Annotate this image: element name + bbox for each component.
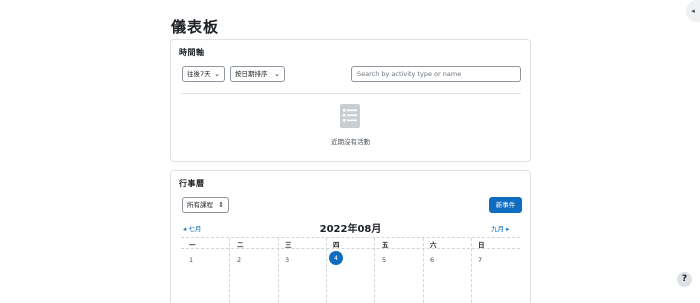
calendar-day[interactable]: 1 xyxy=(189,256,193,264)
calendar-grid: 一 二 三 四 五 六 日 1 2 3 4 5 6 7 xyxy=(181,237,520,303)
timeline-date-filter[interactable]: 往後7天 ⌄ xyxy=(182,66,225,82)
calendar-title: 行事曆 xyxy=(179,179,205,188)
course-filter-select[interactable]: 所有課程 ⇕ xyxy=(182,197,229,213)
calendar-day[interactable]: 6 xyxy=(430,256,434,264)
grid-line xyxy=(423,238,424,303)
timeline-title: 時間軸 xyxy=(179,48,205,57)
calendar-day[interactable]: 5 xyxy=(382,256,386,264)
drawer-toggle-icon[interactable]: ◂ xyxy=(686,0,700,22)
weekday-header-row xyxy=(181,238,520,249)
weekday-fri: 五 xyxy=(382,241,389,249)
page-title: 儀表板 xyxy=(171,18,220,36)
timeline-search-input[interactable]: Search by activity type or name xyxy=(351,66,521,82)
weekday-thu: 四 xyxy=(333,241,340,249)
weekday-sat: 六 xyxy=(430,241,437,249)
calendar-day[interactable]: 7 xyxy=(478,256,482,264)
timeline-block: 時間軸 往後7天 ⌄ 按日期排序 ⌄ Search by activity ty… xyxy=(170,39,531,162)
month-title: 2022年08月 xyxy=(319,224,382,235)
weekday-wed: 三 xyxy=(285,241,292,249)
grid-line xyxy=(278,238,279,303)
calendar-day[interactable]: 3 xyxy=(285,256,289,264)
grid-line xyxy=(229,238,230,303)
course-filter-label: 所有課程 xyxy=(187,201,213,209)
grid-line xyxy=(326,238,327,303)
help-button[interactable]: ? xyxy=(677,272,692,287)
dashboard-page: 儀表板 ◂ 時間軸 往後7天 ⌄ 按日期排序 ⌄ Search by activ… xyxy=(0,0,700,303)
chevron-down-icon: ⌄ xyxy=(214,70,220,78)
timeline-sort-label: 按日期排序 xyxy=(235,70,268,78)
timeline-date-filter-label: 往後7天 xyxy=(187,70,211,78)
divider xyxy=(181,93,521,94)
chevron-updown-icon: ⇕ xyxy=(218,201,224,209)
weekday-tue: 二 xyxy=(237,241,244,249)
weekday-sun: 日 xyxy=(478,241,485,249)
next-month-link[interactable]: 九月 ▸ xyxy=(491,223,509,233)
calendar-block: 行事曆 所有課程 ⇕ 新事件 ◂ 七月 2022年08月 九月 ▸ 一 二 三 … xyxy=(170,170,531,303)
grid-line xyxy=(374,238,375,303)
calendar-day-today[interactable]: 4 xyxy=(329,251,343,265)
weekday-mon: 一 xyxy=(189,241,196,249)
timeline-sort-select[interactable]: 按日期排序 ⌄ xyxy=(230,66,285,82)
new-event-button[interactable]: 新事件 xyxy=(489,197,522,213)
grid-line xyxy=(471,238,472,303)
timeline-empty-message: 近期沒有活動 xyxy=(331,138,370,146)
empty-activities-icon xyxy=(340,104,360,128)
calendar-day[interactable]: 2 xyxy=(237,256,241,264)
chevron-down-icon: ⌄ xyxy=(274,70,280,78)
